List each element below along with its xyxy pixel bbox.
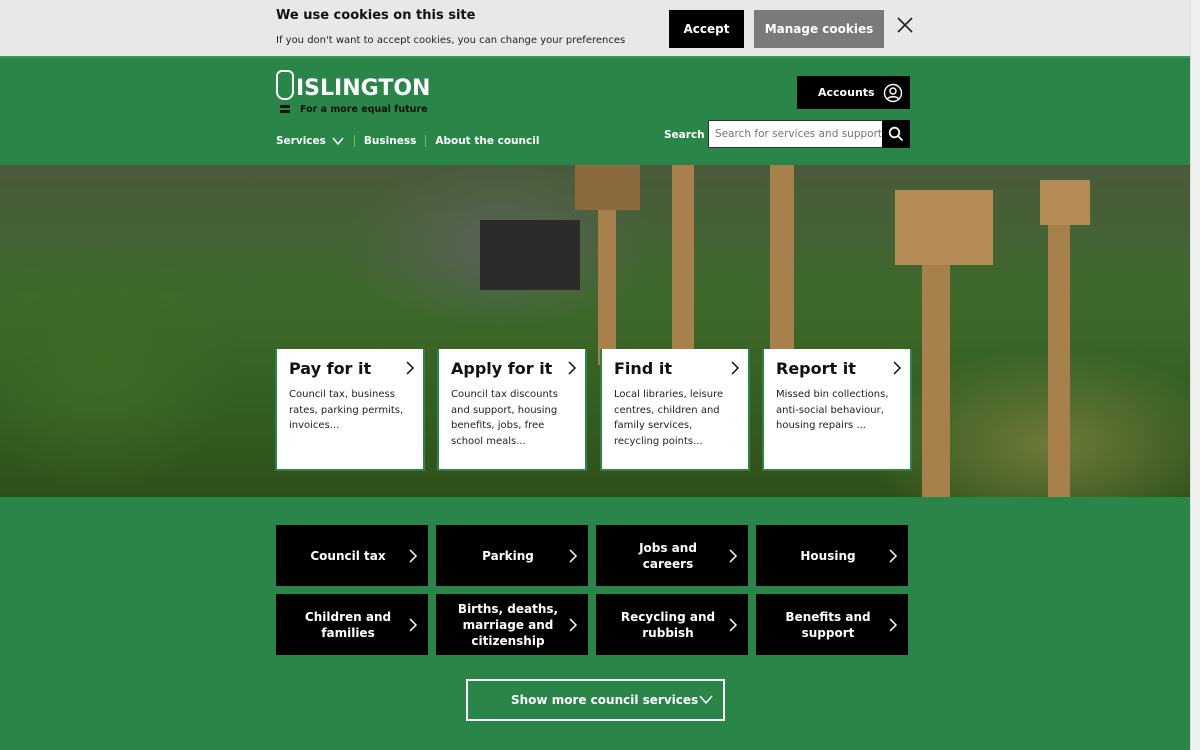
chevron-right-icon [568, 361, 577, 375]
cookie-text: If you don't want to accept cookies, you… [276, 35, 626, 46]
divider [425, 135, 427, 147]
equals-icon [280, 105, 290, 113]
service-tile[interactable]: Jobs and careers [596, 525, 748, 586]
main-nav: Services Business About the council [276, 135, 539, 147]
service-tile[interactable]: Births, deaths, marriage and citizenship [436, 594, 588, 655]
logo-name: ISLINGTON [296, 76, 431, 101]
chevron-down-icon[interactable] [331, 136, 345, 146]
site-header: ISLINGTON For a more equal future Servic… [0, 58, 1190, 165]
chevron-right-icon [569, 549, 578, 563]
chevron-right-icon [729, 549, 738, 563]
accounts-label: Accounts [818, 86, 875, 99]
service-label: Jobs and careers [639, 540, 697, 571]
chevron-down-icon [699, 695, 713, 705]
logo-tagline: For a more equal future [300, 104, 428, 115]
search-button[interactable] [882, 120, 910, 148]
show-more-services-button[interactable]: Show more council services [466, 679, 725, 721]
card-text: Local libraries, leisure centres, childr… [614, 389, 724, 447]
search-input[interactable] [708, 120, 883, 148]
divider [353, 135, 355, 147]
nav-business[interactable]: Business [364, 135, 416, 147]
bug-hotel-post [770, 165, 794, 365]
hero-image [0, 165, 1190, 497]
show-more-label: Show more council services [511, 693, 699, 707]
card-find-it[interactable]: Find it Local libraries, leisure centres… [600, 349, 750, 471]
accounts-button[interactable]: Accounts [797, 76, 910, 109]
chevron-right-icon [893, 361, 902, 375]
bug-hotel-post [1048, 225, 1070, 497]
chevron-right-icon [729, 618, 738, 632]
chevron-right-icon [731, 361, 740, 375]
service-label: Housing [800, 548, 856, 563]
service-label: Recycling and rubbish [620, 609, 716, 640]
card-text: Council tax, business rates, parking per… [289, 389, 404, 431]
service-tile[interactable]: Council tax [276, 525, 428, 586]
close-icon[interactable] [896, 16, 914, 34]
bug-hotel [895, 190, 993, 265]
cookie-title: We use cookies on this site [276, 8, 476, 23]
chevron-right-icon [409, 549, 418, 563]
chevron-right-icon [406, 361, 415, 375]
cookie-banner: We use cookies on this site If you don't… [0, 0, 1190, 58]
railings [480, 220, 580, 290]
chevron-right-icon [889, 618, 898, 632]
card-text: Missed bin collections, anti-social beha… [776, 389, 889, 431]
bug-hotel [575, 165, 640, 210]
bug-hotel-post [922, 265, 950, 497]
bug-hotel [1040, 180, 1090, 225]
chevron-right-icon [569, 618, 578, 632]
service-label: Benefits and support [785, 609, 871, 640]
service-tile[interactable]: Benefits and support [756, 594, 908, 655]
service-tile[interactable]: Children and families [276, 594, 428, 655]
search-icon [888, 126, 904, 142]
service-label: Parking [482, 548, 534, 563]
nav-about[interactable]: About the council [435, 135, 539, 147]
chevron-right-icon [889, 549, 898, 563]
service-tile[interactable]: Parking [436, 525, 588, 586]
card-apply-for-it[interactable]: Apply for it Council tax discounts and s… [437, 349, 587, 471]
chevron-right-icon [409, 618, 418, 632]
bug-hotel-post [672, 165, 694, 365]
service-tile[interactable]: Housing [756, 525, 908, 586]
card-title: Find it [614, 359, 672, 378]
service-label: Children and families [304, 609, 392, 640]
card-title: Pay for it [289, 359, 372, 378]
card-pay-for-it[interactable]: Pay for it Council tax, business rates, … [275, 349, 425, 471]
service-label: Council tax [310, 548, 386, 563]
card-text: Council tax discounts and support, housi… [451, 389, 558, 447]
card-title: Apply for it [451, 359, 553, 378]
nav-services[interactable]: Services [276, 135, 326, 147]
user-icon [883, 83, 903, 103]
card-title: Report it [776, 359, 856, 378]
accept-cookies-button[interactable]: Accept [669, 10, 744, 48]
crest-icon [276, 70, 294, 100]
service-label: Births, deaths, marriage and citizenship [457, 601, 559, 648]
search-label: Search [664, 129, 705, 141]
scrollbar[interactable] [1190, 0, 1200, 750]
card-report-it[interactable]: Report it Missed bin collections, anti-s… [762, 349, 912, 471]
manage-cookies-button[interactable]: Manage cookies [754, 10, 884, 48]
service-tile[interactable]: Recycling and rubbish [596, 594, 748, 655]
